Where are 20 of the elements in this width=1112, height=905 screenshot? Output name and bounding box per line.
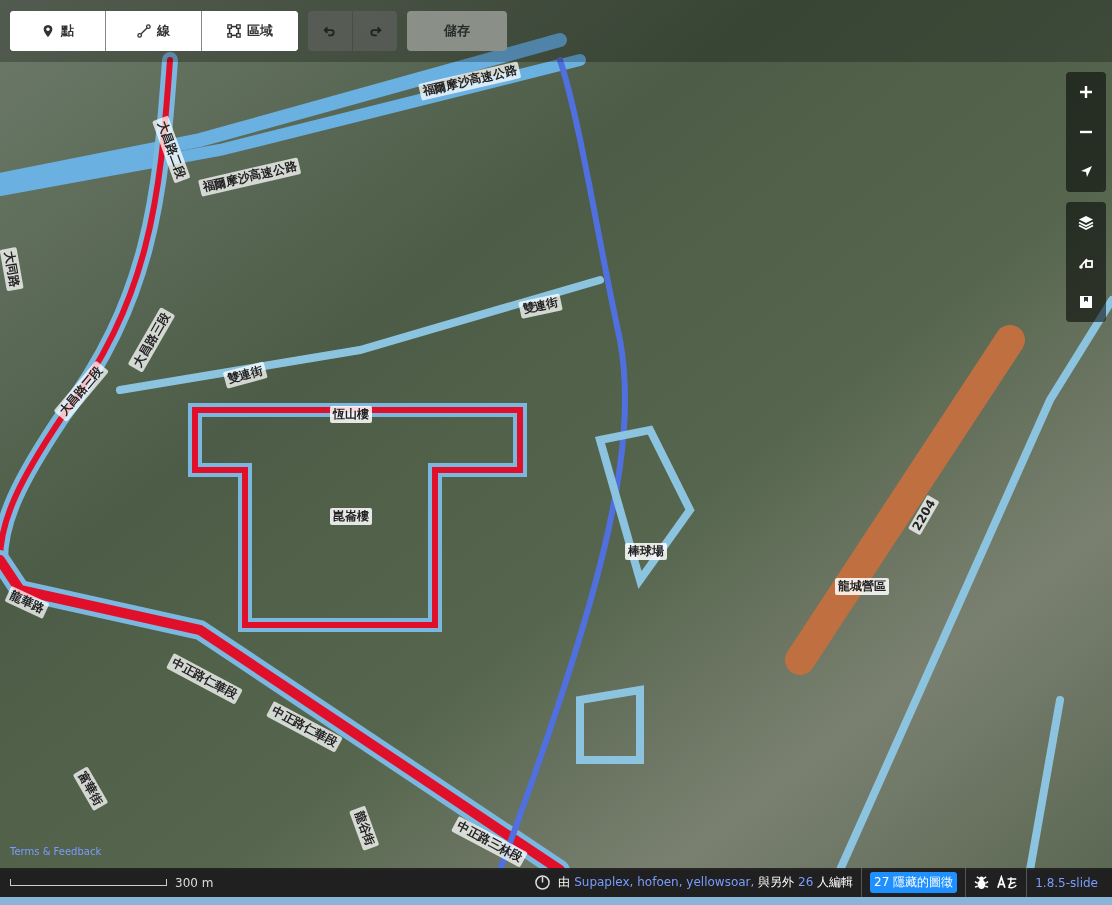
layers-icon [1078,214,1094,230]
area-label: 龍城營區 [835,578,889,595]
plus-icon [1078,84,1094,100]
pin-icon [41,24,55,38]
clock-icon [535,875,551,890]
bug-icon[interactable] [974,875,990,890]
point-mode-button[interactable]: 點 [10,11,106,51]
hidden-features-button[interactable]: 27 隱藏的圖徵 [870,872,958,893]
redo-icon [368,24,382,38]
line-icon [137,24,151,38]
version-link[interactable]: 1.8.5-slide [1035,875,1098,890]
square-icon [227,24,241,38]
area-label: 崑崙樓 [330,508,372,525]
area-label: 恆山樓 [330,406,372,423]
bookmark-icon [1078,294,1094,310]
attribution-text: 由 Supaplex, hofoen, yellowsoar, 與另外 26 人編輯 [558,874,854,891]
language-icon[interactable] [997,875,1019,890]
undo-icon [323,24,337,38]
scale-label: 300 m [175,875,214,890]
area-label: 棒球場 [625,543,667,560]
